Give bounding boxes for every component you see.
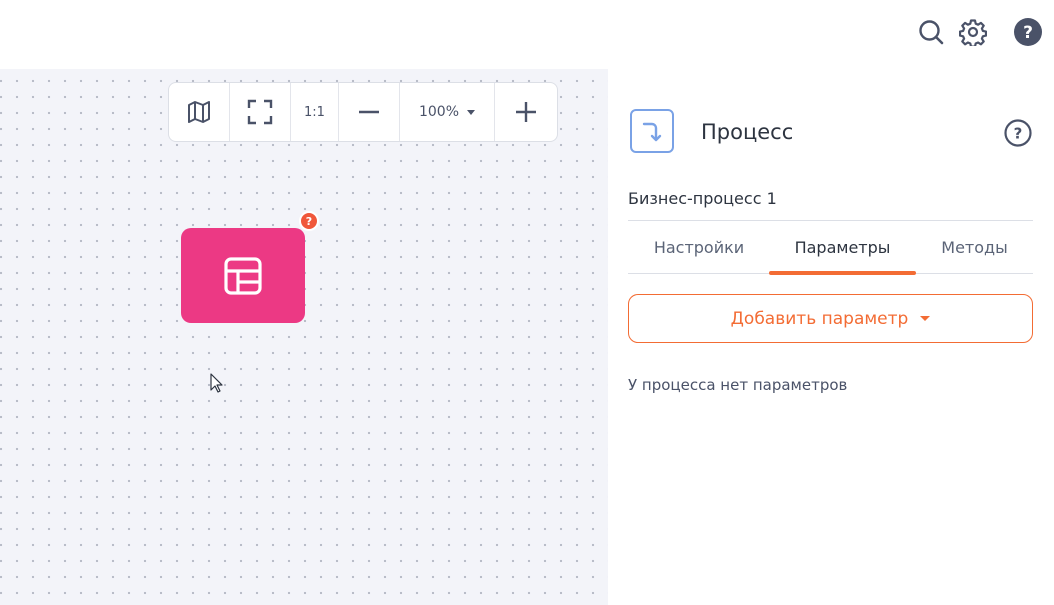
canvas-toolbar: 1:1 100%: [168, 82, 558, 142]
process-name[interactable]: Бизнес-процесс 1: [628, 189, 777, 208]
search-icon[interactable]: [916, 16, 946, 48]
mouse-cursor-icon: [210, 373, 223, 393]
tab-parameters[interactable]: Параметры: [769, 221, 916, 275]
top-bar: ?: [0, 0, 1054, 69]
actual-size-label: 1:1: [304, 104, 325, 120]
fit-screen-button[interactable]: [230, 83, 291, 141]
panel-tabs: Настройки Параметры Методы: [628, 221, 1033, 275]
map-icon: [188, 101, 210, 123]
table-node[interactable]: [181, 228, 305, 323]
zoom-in-button[interactable]: [495, 83, 557, 141]
add-parameter-label: Добавить параметр: [730, 308, 909, 329]
caret-down-icon: [467, 109, 476, 115]
diagram-canvas[interactable]: [0, 69, 608, 605]
panel-title: Процесс: [701, 120, 794, 144]
active-tab-indicator: [769, 271, 916, 275]
tab-methods-label: Методы: [941, 238, 1008, 257]
warning-badge: ?: [299, 211, 319, 231]
properties-panel: Процесс ? Бизнес-процесс 1 Настройки Пар…: [608, 77, 1054, 605]
panel-help-icon[interactable]: ?: [1004, 119, 1032, 147]
add-parameter-button[interactable]: Добавить параметр: [628, 294, 1033, 343]
gear-icon[interactable]: [958, 16, 988, 48]
warning-badge-text: ?: [305, 214, 313, 228]
svg-text:?: ?: [1023, 23, 1033, 43]
tab-settings[interactable]: Настройки: [628, 221, 770, 274]
tab-settings-label: Настройки: [653, 238, 745, 257]
plus-icon: [516, 102, 536, 122]
minus-icon: [359, 110, 379, 114]
fullscreen-icon: [247, 99, 273, 125]
zoom-select[interactable]: 100%: [400, 83, 495, 141]
map-button[interactable]: [169, 83, 230, 141]
table-icon: [224, 256, 262, 295]
zoom-out-button[interactable]: [339, 83, 400, 141]
help-icon[interactable]: ?: [1013, 16, 1043, 48]
process-icon: [630, 109, 674, 153]
empty-parameters-message: У процесса нет параметров: [628, 376, 848, 394]
tab-parameters-label: Параметры: [794, 238, 891, 257]
svg-text:?: ?: [1014, 125, 1023, 143]
tab-methods[interactable]: Методы: [916, 221, 1033, 274]
actual-size-button[interactable]: 1:1: [291, 83, 339, 141]
zoom-value: 100%: [418, 104, 460, 120]
caret-down-icon: [920, 316, 931, 321]
